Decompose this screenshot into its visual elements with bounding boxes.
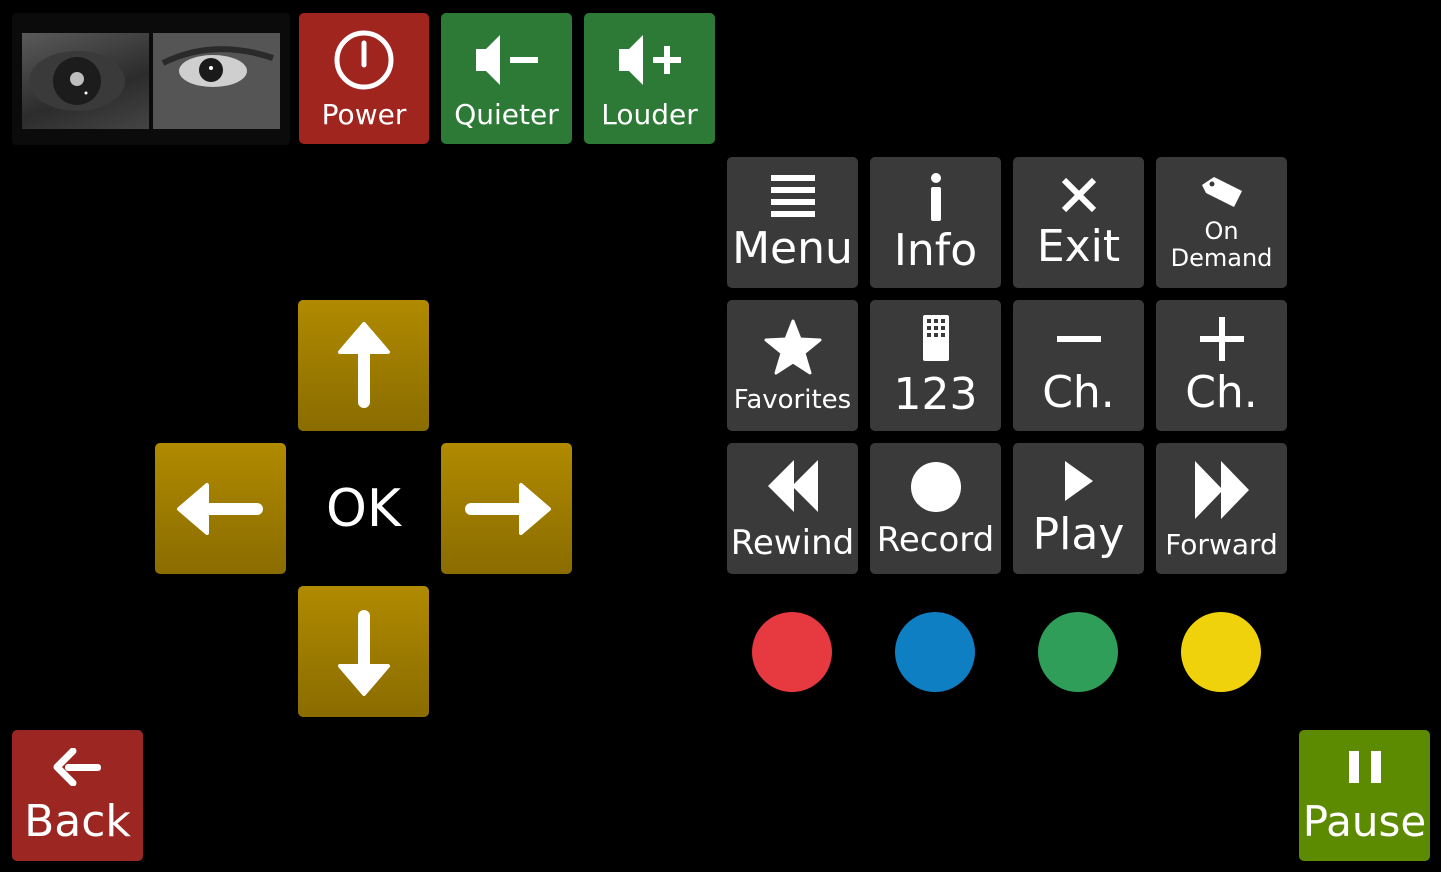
forward-label: Forward: [1165, 527, 1278, 561]
favorites-label: Favorites: [733, 384, 852, 415]
louder-label: Louder: [601, 97, 698, 131]
record-label: Record: [876, 519, 995, 560]
power-button[interactable]: Power: [299, 13, 429, 144]
record-button[interactable]: Record: [870, 443, 1001, 574]
favorites-button[interactable]: Favorites: [727, 300, 858, 431]
arrow-right-button[interactable]: [441, 443, 572, 574]
blue-color-button[interactable]: [895, 612, 975, 692]
pause-label: Pause: [1302, 796, 1427, 846]
tag-icon: [1200, 175, 1244, 211]
play-label: Play: [1032, 508, 1125, 560]
number-pad-button[interactable]: 123: [870, 300, 1001, 431]
number-pad-label: 123: [893, 368, 978, 420]
arrow-right-icon: [463, 481, 551, 537]
arrow-down-icon: [336, 608, 392, 696]
rewind-icon: [767, 458, 818, 514]
yellow-color-button[interactable]: [1181, 612, 1261, 692]
quieter-label: Quieter: [454, 97, 559, 131]
arrow-left-icon: [176, 481, 265, 537]
back-button[interactable]: Back: [12, 730, 143, 861]
pause-icon: [1347, 749, 1383, 785]
on-demand-button[interactable]: On Demand: [1156, 157, 1287, 288]
close-icon: [1061, 177, 1097, 213]
keypad-icon: [922, 314, 949, 361]
volume-up-icon: [615, 29, 685, 91]
info-label: Info: [893, 224, 978, 276]
play-button[interactable]: Play: [1013, 443, 1144, 574]
record-icon: [910, 461, 962, 513]
plus-icon: [1199, 316, 1244, 361]
channel-down-button[interactable]: Ch.: [1013, 300, 1144, 431]
on-demand-label-line2: Demand: [1170, 244, 1273, 272]
menu-button[interactable]: Menu: [727, 157, 858, 288]
red-color-button[interactable]: [752, 612, 832, 692]
play-icon: [1063, 460, 1095, 501]
channel-up-button[interactable]: Ch.: [1156, 300, 1287, 431]
info-button[interactable]: Info: [870, 157, 1001, 288]
louder-button[interactable]: Louder: [584, 13, 715, 144]
exit-button[interactable]: Exit: [1013, 157, 1144, 288]
green-color-button[interactable]: [1038, 612, 1118, 692]
star-icon: [763, 319, 823, 375]
volume-down-icon: [472, 29, 542, 91]
fast-forward-icon: [1194, 459, 1249, 521]
pause-button[interactable]: Pause: [1299, 730, 1430, 861]
rewind-label: Rewind: [730, 522, 855, 563]
arrow-up-button[interactable]: [298, 300, 429, 431]
power-label: Power: [321, 97, 407, 131]
right-eye-image: [153, 33, 280, 129]
arrow-down-button[interactable]: [298, 586, 429, 717]
arrow-left-button[interactable]: [155, 443, 286, 574]
channel-down-label: Ch.: [1042, 366, 1115, 418]
left-eye-image: [22, 33, 149, 129]
on-demand-label-line1: On: [1204, 217, 1239, 245]
back-arrow-icon: [53, 747, 103, 786]
menu-label: Menu: [732, 222, 853, 274]
back-label: Back: [24, 795, 131, 847]
ok-button[interactable]: OK: [298, 443, 429, 574]
quieter-button[interactable]: Quieter: [441, 13, 572, 144]
channel-up-label: Ch.: [1185, 366, 1258, 418]
menu-icon: [770, 174, 815, 217]
power-icon: [333, 29, 395, 91]
eye-tracker-preview: [12, 13, 290, 145]
arrow-up-icon: [336, 321, 392, 410]
rewind-button[interactable]: Rewind: [727, 443, 858, 574]
minus-icon: [1056, 317, 1101, 361]
info-icon: [929, 172, 943, 221]
exit-label: Exit: [1036, 220, 1121, 272]
forward-button[interactable]: Forward: [1156, 443, 1287, 574]
ok-label: OK: [325, 478, 402, 539]
